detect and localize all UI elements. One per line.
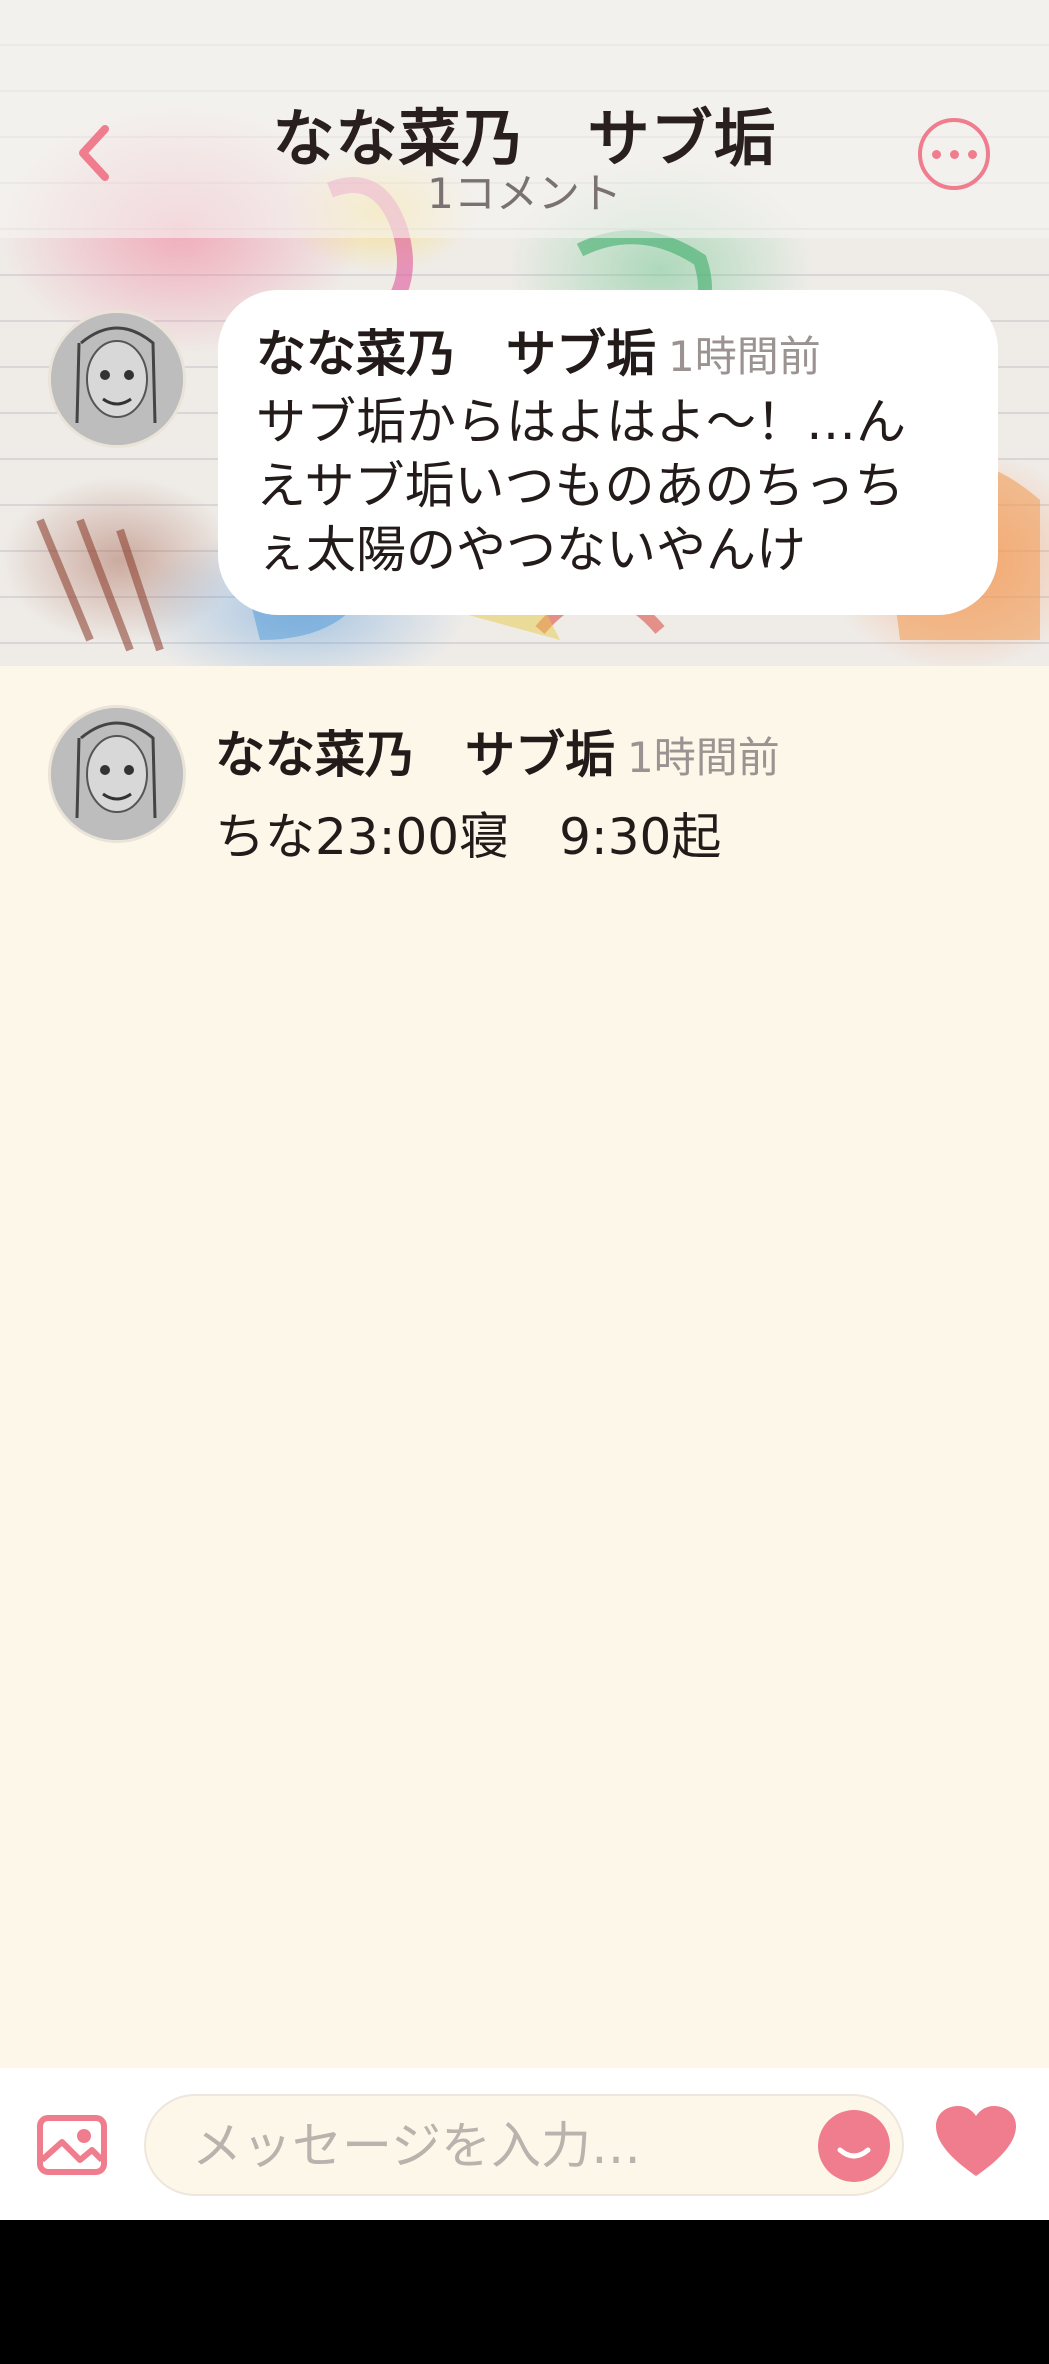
comment-count: 1コメント bbox=[427, 169, 622, 218]
post-text-line: サブ垢からはよはよ～！…ん bbox=[256, 393, 906, 451]
post-text: サブ垢からはよはよ～！…ん えサブ垢いつものあのちっち ぇ太陽のやつないやんけ bbox=[256, 390, 960, 582]
more-options-button[interactable] bbox=[918, 118, 990, 190]
thread-screen: なな菜乃 サブ垢 1時間前 サブ垢からはよはよ～！…ん えサブ垢いつものあのちっち… bbox=[0, 0, 1049, 2220]
image-icon bbox=[37, 2115, 107, 2175]
comment-author-name[interactable]: なな菜乃 サブ垢 bbox=[215, 726, 615, 784]
comment-author-avatar[interactable] bbox=[48, 705, 186, 843]
message-composer bbox=[0, 2068, 1049, 2220]
comment-timestamp: 1時間前 bbox=[627, 733, 780, 782]
message-input[interactable] bbox=[190, 2096, 744, 2196]
post-author-name[interactable]: なな菜乃 サブ垢 bbox=[256, 325, 656, 383]
post-timestamp: 1時間前 bbox=[668, 332, 821, 381]
message-input-wrapper bbox=[144, 2094, 904, 2196]
post-bubble: なな菜乃 サブ垢 1時間前 サブ垢からはよはよ～！…ん えサブ垢いつものあのちっち… bbox=[218, 290, 998, 615]
heart-icon bbox=[936, 2106, 1016, 2176]
attach-image-button[interactable] bbox=[36, 2114, 108, 2176]
emoji-button[interactable] bbox=[818, 2110, 890, 2182]
post-author-avatar[interactable] bbox=[48, 310, 186, 448]
comment-text: ちな23:00寝 9:30起 bbox=[215, 808, 722, 866]
like-button[interactable] bbox=[934, 2104, 1018, 2180]
smiley-icon bbox=[837, 2147, 871, 2159]
post-text-line: えサブ垢いつものあのちっち bbox=[256, 457, 905, 515]
post-text-line: ぇ太陽のやつないやんけ bbox=[256, 521, 806, 579]
more-icon bbox=[931, 149, 977, 159]
comment-body: なな菜乃 サブ垢 1時間前 ちな23:00寝 9:30起 bbox=[215, 715, 1015, 869]
top-bar: なな菜乃 サブ垢 1コメント bbox=[0, 0, 1049, 238]
